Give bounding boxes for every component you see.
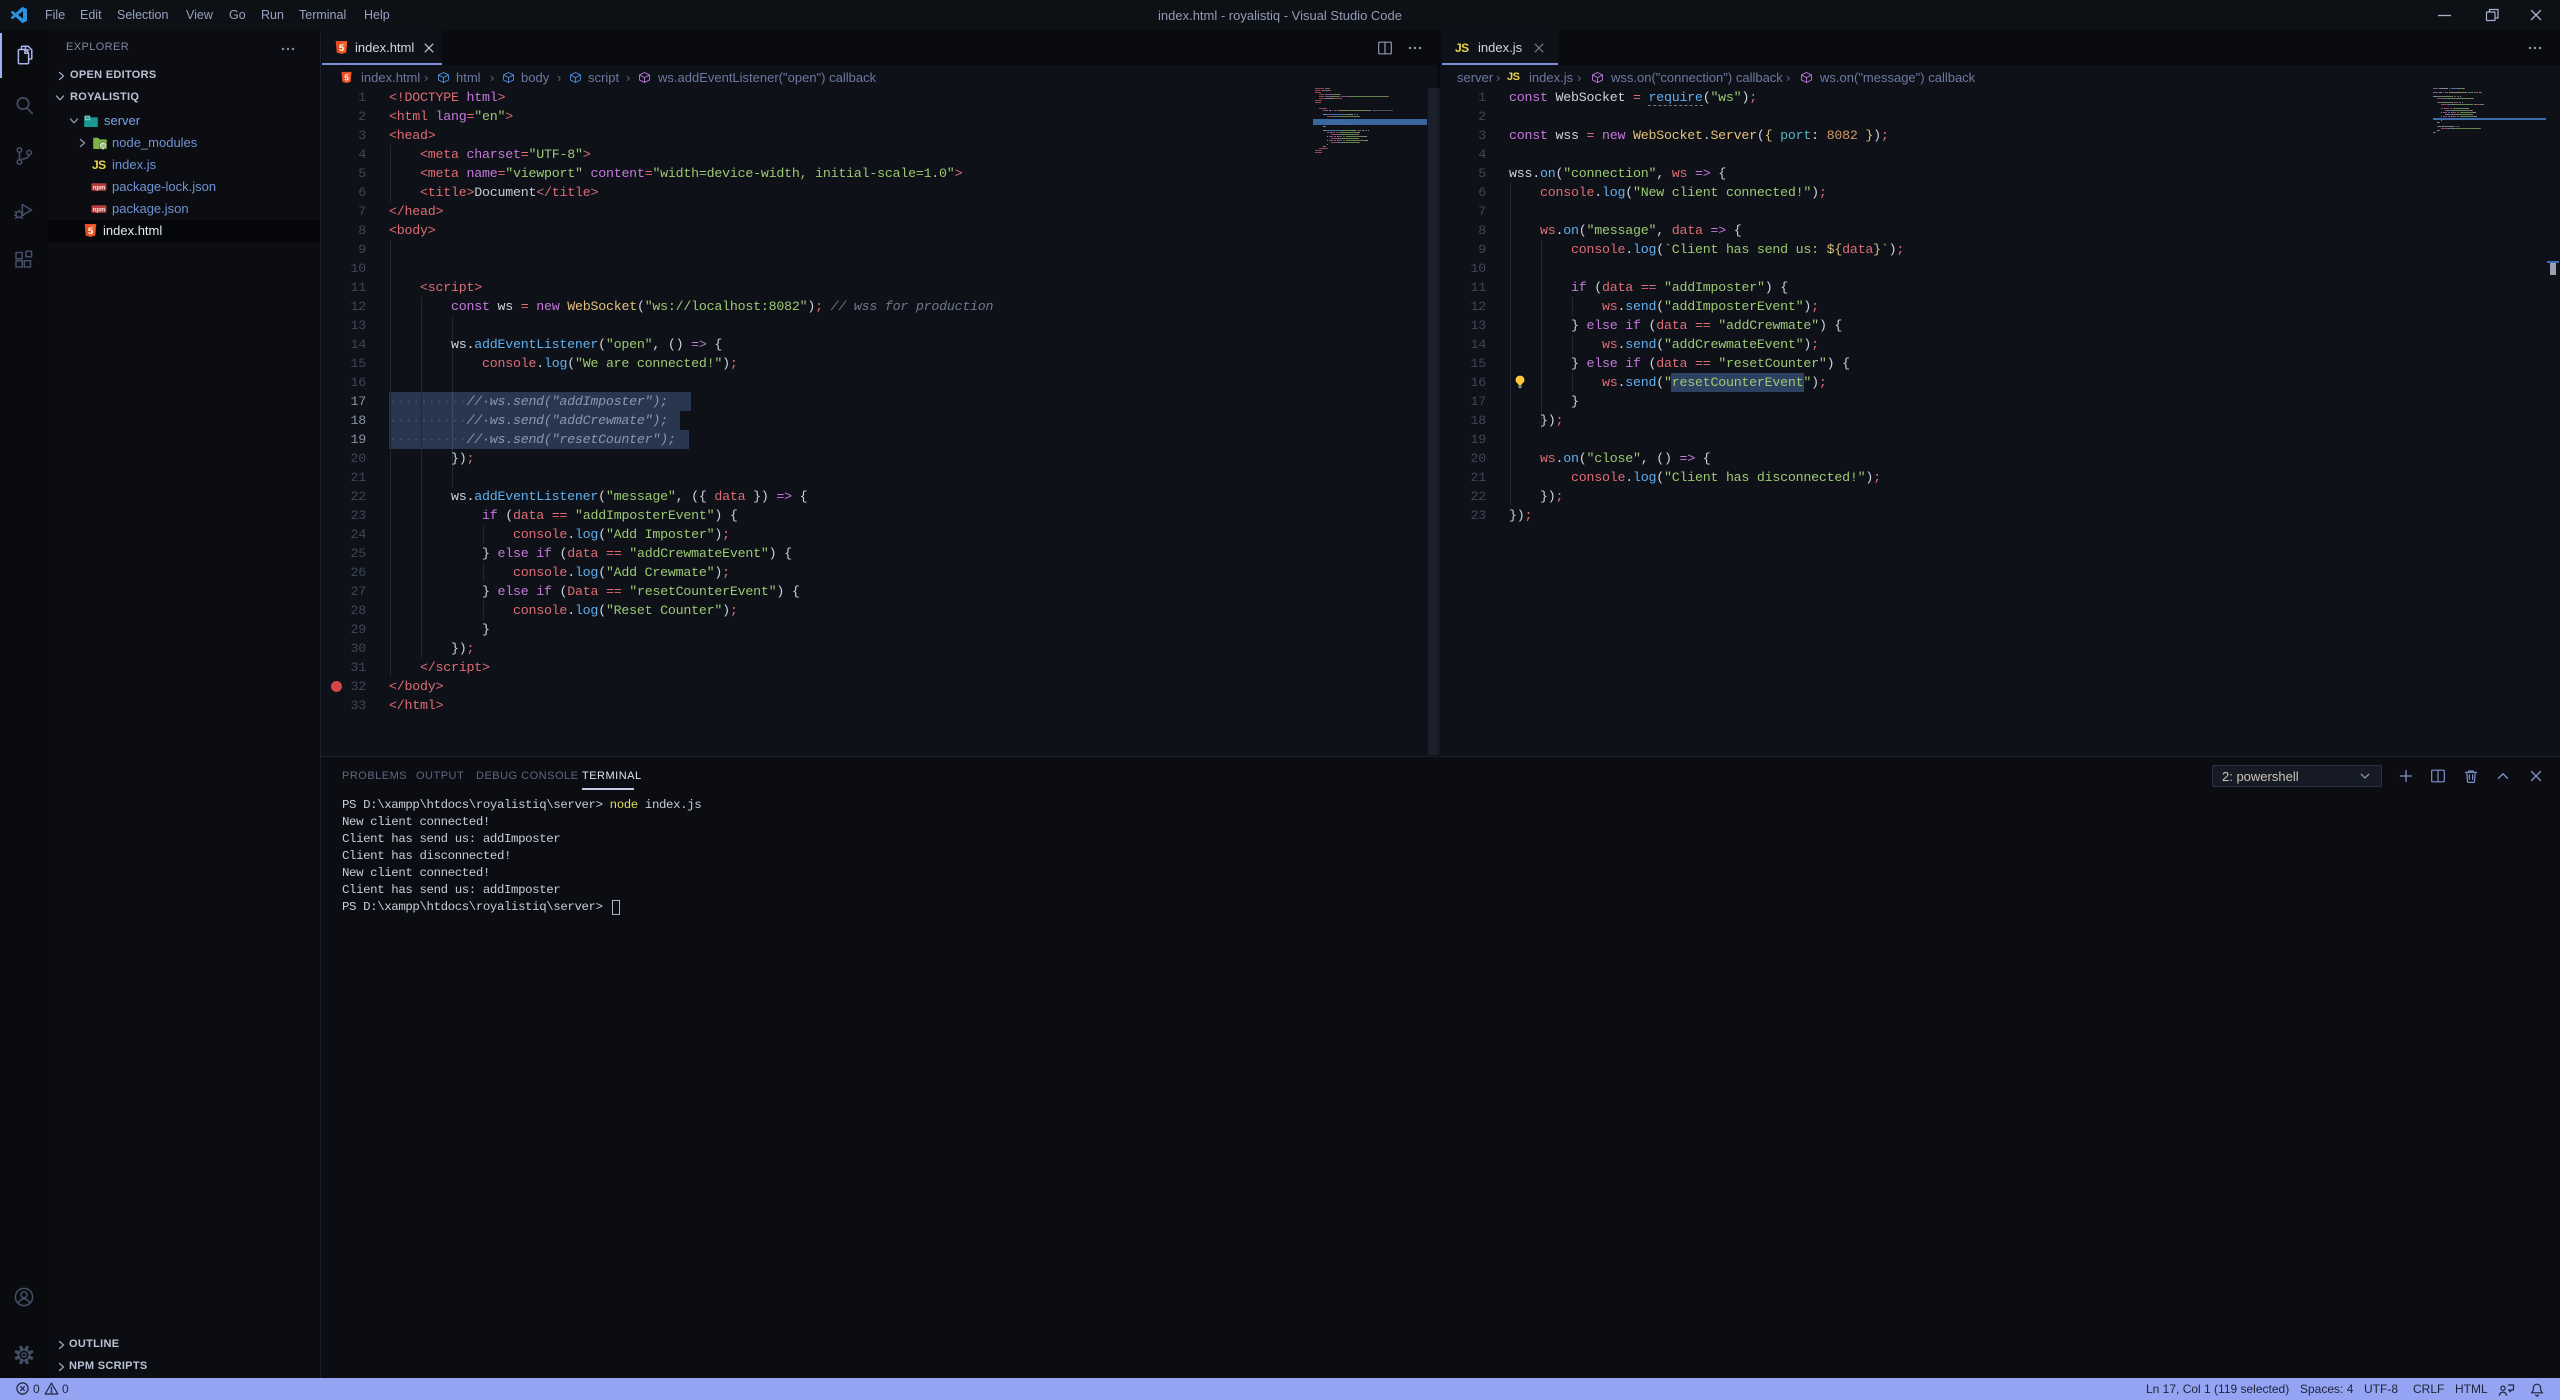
svg-text:5: 5 [339, 43, 344, 53]
svg-text:npm: npm [93, 185, 106, 191]
svg-text:5: 5 [344, 73, 349, 82]
svg-text:JS: JS [100, 144, 106, 149]
svg-text:5: 5 [88, 226, 93, 236]
svg-text:npm: npm [93, 207, 106, 213]
